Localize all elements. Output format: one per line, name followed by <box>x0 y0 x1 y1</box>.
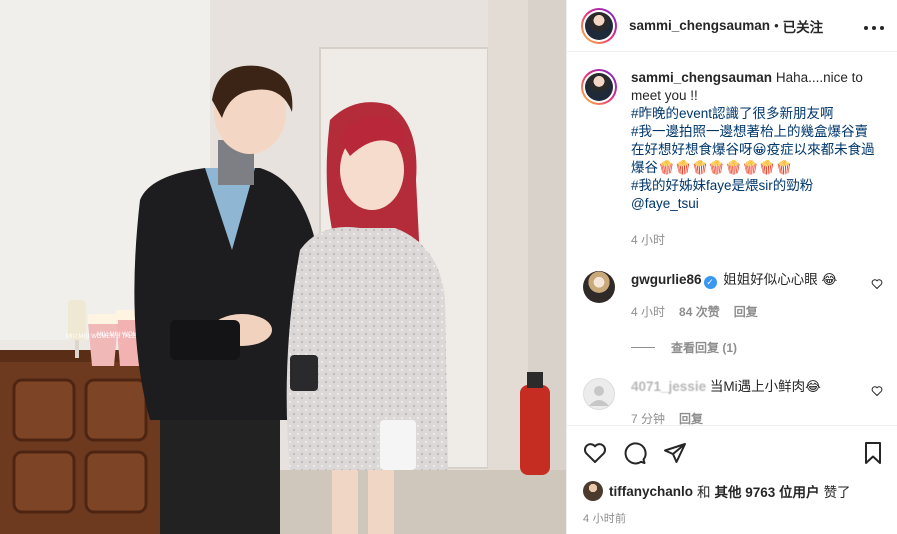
commenter-avatar[interactable] <box>583 378 615 410</box>
likes-others-count[interactable]: 其他 9763 位用户 <box>715 481 820 501</box>
comment-icon[interactable] <box>623 441 647 465</box>
comment-meta: 4 小时 84 次赞 回复 <box>631 303 881 321</box>
heart-icon[interactable] <box>583 441 607 465</box>
post-image: MIU MIU WOMEN'S TALES MIU MIU WOMEN'S TA… <box>0 0 566 534</box>
caption-hashtag-2-text[interactable]: #我一邊拍照一邊想著枱上的幾盒爆谷賣在好想好想食爆谷呀😀疫症以來都未食過爆谷🍿🍿… <box>631 124 875 175</box>
likes-summary: tiffanychanlo 和 其他 9763 位用户 赞了 <box>583 481 851 501</box>
author-avatar[interactable] <box>581 7 617 44</box>
author-username[interactable]: sammi_chengsauman <box>629 18 770 33</box>
follow-status-button[interactable]: 已关注 <box>783 16 824 36</box>
action-bar <box>567 425 897 479</box>
comment-like-heart-icon[interactable] <box>871 277 883 293</box>
caption-body: sammi_chengsauman Haha....nice to meet y… <box>631 69 881 249</box>
more-icon[interactable] <box>863 15 885 36</box>
caption-username[interactable]: sammi_chengsauman <box>631 70 772 85</box>
caption-avatar[interactable] <box>581 69 617 105</box>
comment-username[interactable]: 4071_jessie <box>631 379 706 394</box>
caption-hashtag-2[interactable]: #我一邊拍照一邊想著枱上的幾盒爆谷賣在好想好想食爆谷呀😀疫症以來都未食過爆谷🍿🍿… <box>631 123 881 177</box>
comment-item: gwgurlie86 ✓ 姐姐好似心心眼 😂 4 小时 84 次赞 回复 <box>581 271 883 321</box>
comment-like-heart-icon[interactable] <box>871 384 883 400</box>
post-timestamp[interactable]: 4 小时前 <box>583 510 626 526</box>
comment-username[interactable]: gwgurlie86 <box>631 272 702 287</box>
header-separator: • <box>774 18 779 33</box>
comment-reply-button[interactable]: 回复 <box>734 303 758 321</box>
view-replies-line <box>631 347 655 348</box>
comments-section[interactable]: sammi_chengsauman Haha....nice to meet y… <box>567 53 897 425</box>
caption-mention[interactable]: @faye_tsui <box>631 195 881 213</box>
likes-suffix: 赞了 <box>823 485 851 500</box>
liker-username[interactable]: tiffanychanlo <box>609 484 693 499</box>
comment-reply-button[interactable]: 回复 <box>679 410 703 425</box>
commenter-avatar[interactable] <box>583 271 615 303</box>
comment-text: 姐姐好似心心眼 😂 <box>723 272 838 287</box>
comment-item: 4071_jessie 当Mi遇上小鲜肉😂 7 分钟 回复 <box>581 378 883 425</box>
comment-time[interactable]: 7 分钟 <box>631 410 665 425</box>
likes-joiner: 和 <box>697 485 711 500</box>
comment-time[interactable]: 4 小时 <box>631 303 665 321</box>
post-photo[interactable]: MIU MIU WOMEN'S TALES MIU MIU WOMEN'S TA… <box>0 0 566 534</box>
caption-hashtag-3[interactable]: #我的好姊妹faye是煨sir的勁粉 <box>631 177 881 195</box>
caption: sammi_chengsauman Haha....nice to meet y… <box>581 69 883 249</box>
instagram-post: MIU MIU WOMEN'S TALES MIU MIU WOMEN'S TA… <box>0 0 897 534</box>
view-replies-label: 查看回复 (1) <box>671 341 738 355</box>
caption-hashtag-1[interactable]: #昨晚的event認識了很多新朋友啊 <box>631 105 881 123</box>
share-icon[interactable] <box>663 441 687 465</box>
comment-meta: 7 分钟 回复 <box>631 410 881 425</box>
caption-meta: 4 小时 <box>631 231 881 249</box>
view-replies-button[interactable]: 查看回复 (1) <box>631 339 883 356</box>
post-header: sammi_chengsauman • 已关注 <box>567 0 897 52</box>
bookmark-icon[interactable] <box>861 441 885 465</box>
liker-avatar[interactable] <box>583 481 603 501</box>
post-sidebar: sammi_chengsauman • 已关注 sammi_chengsauma… <box>566 0 897 534</box>
comment-body: 4071_jessie 当Mi遇上小鲜肉😂 7 分钟 回复 <box>631 378 881 425</box>
caption-time[interactable]: 4 小时 <box>631 231 665 249</box>
comment-likes[interactable]: 84 次赞 <box>679 303 720 321</box>
verified-badge-icon: ✓ <box>703 276 717 289</box>
comment-text: 当Mi遇上小鲜肉😂 <box>709 379 821 394</box>
comment-body: gwgurlie86 ✓ 姐姐好似心心眼 😂 4 小时 84 次赞 回复 <box>631 271 881 321</box>
